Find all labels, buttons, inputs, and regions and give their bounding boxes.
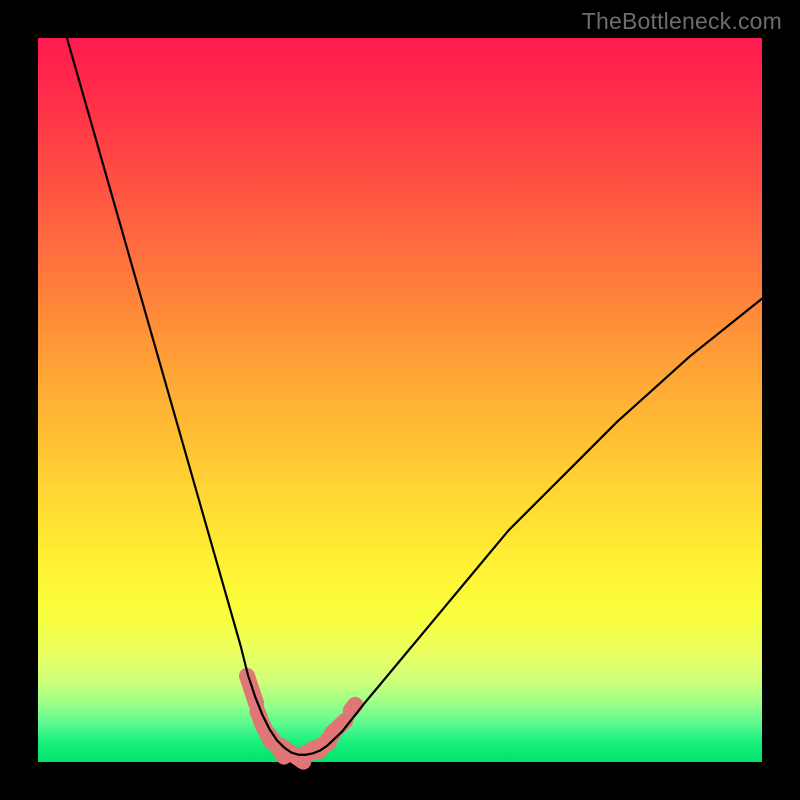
curve-marker: [351, 705, 355, 711]
curve-marker: [247, 676, 256, 703]
watermark-text: TheBottleneck.com: [582, 8, 782, 35]
bottleneck-curve: [67, 38, 762, 755]
chart-frame: TheBottleneck.com: [0, 0, 800, 800]
curve-layer: [38, 38, 762, 762]
